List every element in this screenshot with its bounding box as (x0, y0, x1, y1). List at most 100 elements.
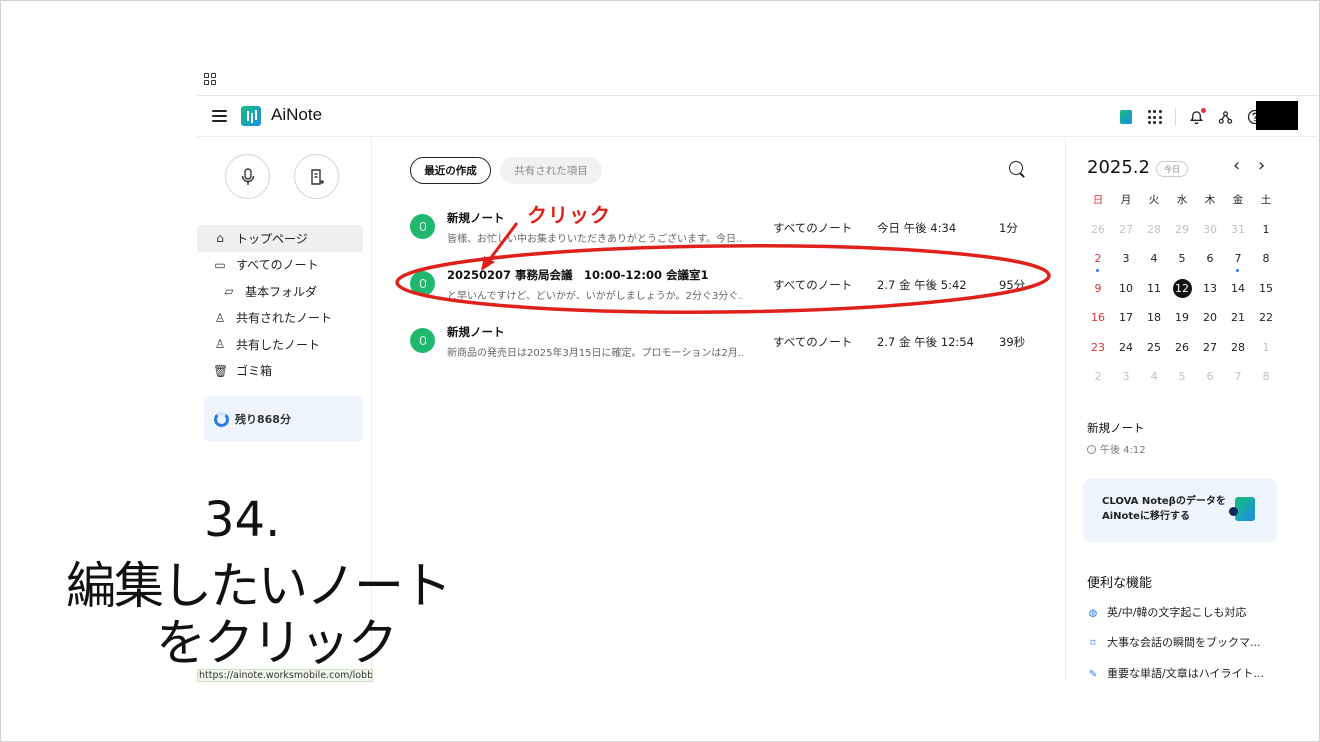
calendar-day[interactable]: 5 (1168, 362, 1196, 392)
calendar-day[interactable]: 21 (1224, 303, 1252, 333)
calendar-day[interactable]: 23 (1084, 333, 1112, 363)
sidebar-item-shared-by-me[interactable]: ♙ 共有したノート (197, 331, 363, 358)
sidebar-item-label: 共有されたノート (236, 311, 333, 326)
calendar-day[interactable]: 28 (1224, 333, 1252, 363)
calendar-day[interactable]: 6 (1196, 362, 1224, 392)
calendar-day[interactable]: 27 (1112, 215, 1140, 245)
tab-recent[interactable]: 最近の作成 (410, 157, 491, 184)
calendar-day[interactable]: 25 (1140, 333, 1168, 363)
note-date: 2.7 金 午後 5:42 (877, 278, 967, 292)
event-title[interactable]: 新規ノート (1087, 420, 1145, 436)
migration-banner[interactable]: CLOVA Noteβのデータを AiNoteに移行する (1083, 478, 1277, 542)
calendar-day[interactable]: 24 (1112, 333, 1140, 363)
calendar-day[interactable]: 6 (1196, 244, 1224, 274)
clock-icon (1087, 445, 1096, 454)
microphone-icon (241, 167, 254, 185)
sidebar-item-top[interactable]: ⌂ トップページ (197, 225, 363, 252)
calendar-day[interactable]: 8 (1252, 244, 1280, 274)
calendar-month: 2025.2 (1087, 157, 1150, 178)
calendar-day[interactable]: 3 (1112, 244, 1140, 274)
record-button[interactable] (225, 154, 270, 199)
calendar-day[interactable]: 18 (1140, 303, 1168, 333)
feature-item[interactable]: ◍ 英/中/韓の文字起こしも対応 (1087, 604, 1247, 620)
note-snippet: 新商品の発売日は2025年3月15日に確定。プロモーションは2月... (447, 348, 743, 359)
redacted-avatar[interactable] (1256, 101, 1298, 130)
calendar-day[interactable]: 27 (1196, 333, 1224, 363)
calendar-day[interactable]: 17 (1112, 303, 1140, 333)
calendar-day[interactable]: 11 (1140, 274, 1168, 304)
apps-grid-icon[interactable] (204, 73, 216, 85)
note-title: 新規ノート (447, 325, 505, 339)
feature-item[interactable]: ⌑ 大事な会話の瞬間をブックマ... (1087, 634, 1261, 650)
next-month-icon[interactable]: › (1258, 155, 1265, 176)
ainote-app-icon[interactable] (1111, 103, 1140, 132)
calendar-day[interactable]: 4 (1140, 244, 1168, 274)
microphone-icon (410, 214, 435, 239)
calendar-day[interactable]: 29 (1168, 215, 1196, 245)
tab-shared[interactable]: 共有された項目 (500, 157, 602, 184)
search-icon[interactable] (1009, 161, 1026, 178)
home-icon: ⌂ (216, 231, 224, 246)
browser-strip (197, 66, 1318, 96)
share-network-icon[interactable] (1211, 103, 1240, 132)
calendar-day[interactable]: 7 (1224, 244, 1252, 274)
calendar-day[interactable]: 26 (1084, 215, 1112, 245)
bell-icon[interactable] (1182, 103, 1211, 132)
calendar-day[interactable]: 10 (1112, 274, 1140, 304)
note-row-target[interactable]: 20250207 事務局会議 10:00-12:00 会議室1 と早いんですけど… (373, 264, 1065, 304)
person-out-icon: ♙ (214, 337, 226, 352)
weekday-header: 日 (1092, 194, 1104, 207)
progress-ring-icon (214, 411, 229, 427)
calendar-day[interactable]: 26 (1168, 333, 1196, 363)
calendar-day[interactable]: 8 (1252, 362, 1280, 392)
folder-icon: ▱ (224, 284, 234, 299)
note-date: 2.7 金 午後 12:54 (877, 335, 974, 349)
calendar-day[interactable]: 19 (1168, 303, 1196, 333)
calendar-day[interactable]: 31 (1224, 215, 1252, 245)
feature-item[interactable]: ✎ 重要な単語/文章はハイライト... (1087, 665, 1264, 681)
calendar-day[interactable]: 1 (1252, 333, 1280, 363)
note-row[interactable]: 新規ノート 皆様、お忙しい中お集まりいただきありがとうございます。今日... す… (373, 207, 1065, 247)
sidebar-item-basic-folder[interactable]: ▱ 基本フォルダ (197, 278, 363, 305)
sidebar-item-label: すべてのノート (236, 258, 319, 273)
app-launcher-icon[interactable] (1140, 103, 1169, 132)
calendar-day[interactable]: 2 (1084, 362, 1112, 392)
calendar-day[interactable]: 15 (1252, 274, 1280, 304)
trash-icon: 🗑 (213, 363, 229, 378)
sidebar-item-trash[interactable]: 🗑 ゴミ箱 (197, 358, 363, 385)
calendar-day[interactable]: 20 (1196, 303, 1224, 333)
sidebar-item-label: 基本フォルダ (245, 284, 318, 299)
event-time-text: 午後 4:12 (1100, 445, 1146, 456)
note-list-panel: 最近の作成 共有された項目 新規ノート 皆様、お忙しい中お集まりいただきありがと… (373, 138, 1065, 682)
calendar-day[interactable]: 22 (1252, 303, 1280, 333)
calendar-day[interactable]: 12 (1168, 274, 1196, 304)
note-add-icon (310, 168, 324, 185)
calendar-day[interactable]: 14 (1224, 274, 1252, 304)
calendar-day[interactable]: 9 (1084, 274, 1112, 304)
weekday-header: 水 (1176, 194, 1188, 207)
calendar-day[interactable]: 2 (1084, 244, 1112, 274)
calendar-day[interactable]: 5 (1168, 244, 1196, 274)
calendar-day[interactable]: 13 (1196, 274, 1224, 304)
prev-month-icon[interactable]: ‹ (1233, 155, 1240, 176)
note-title: 新規ノート (447, 211, 505, 225)
event-time: 午後 4:12 (1087, 441, 1146, 456)
weekday-header: 木 (1204, 194, 1216, 207)
today-button[interactable]: 今日 (1156, 161, 1188, 177)
calendar-day[interactable]: 7 (1224, 362, 1252, 392)
calendar-day[interactable]: 16 (1084, 303, 1112, 333)
sidebar-item-shared-with-me[interactable]: ♙ 共有されたノート (197, 305, 363, 332)
feature-label: 大事な会話の瞬間をブックマ... (1107, 636, 1261, 649)
sidebar-item-all-notes[interactable]: ▭ すべてのノート (197, 252, 363, 279)
calendar-day[interactable]: 4 (1140, 362, 1168, 392)
calendar-day[interactable]: 1 (1252, 215, 1280, 245)
calendar-day[interactable]: 28 (1140, 215, 1168, 245)
step-number: 34. (204, 492, 281, 548)
note-folder: すべてのノート (773, 335, 853, 349)
calendar-day[interactable]: 3 (1112, 362, 1140, 392)
menu-icon[interactable] (212, 110, 227, 122)
new-note-button[interactable] (294, 154, 339, 199)
calendar-day[interactable]: 30 (1196, 215, 1224, 245)
note-row[interactable]: 新規ノート 新商品の発売日は2025年3月15日に確定。プロモーションは2月..… (373, 321, 1065, 361)
remaining-minutes-card[interactable]: 残り868分 (204, 396, 363, 442)
